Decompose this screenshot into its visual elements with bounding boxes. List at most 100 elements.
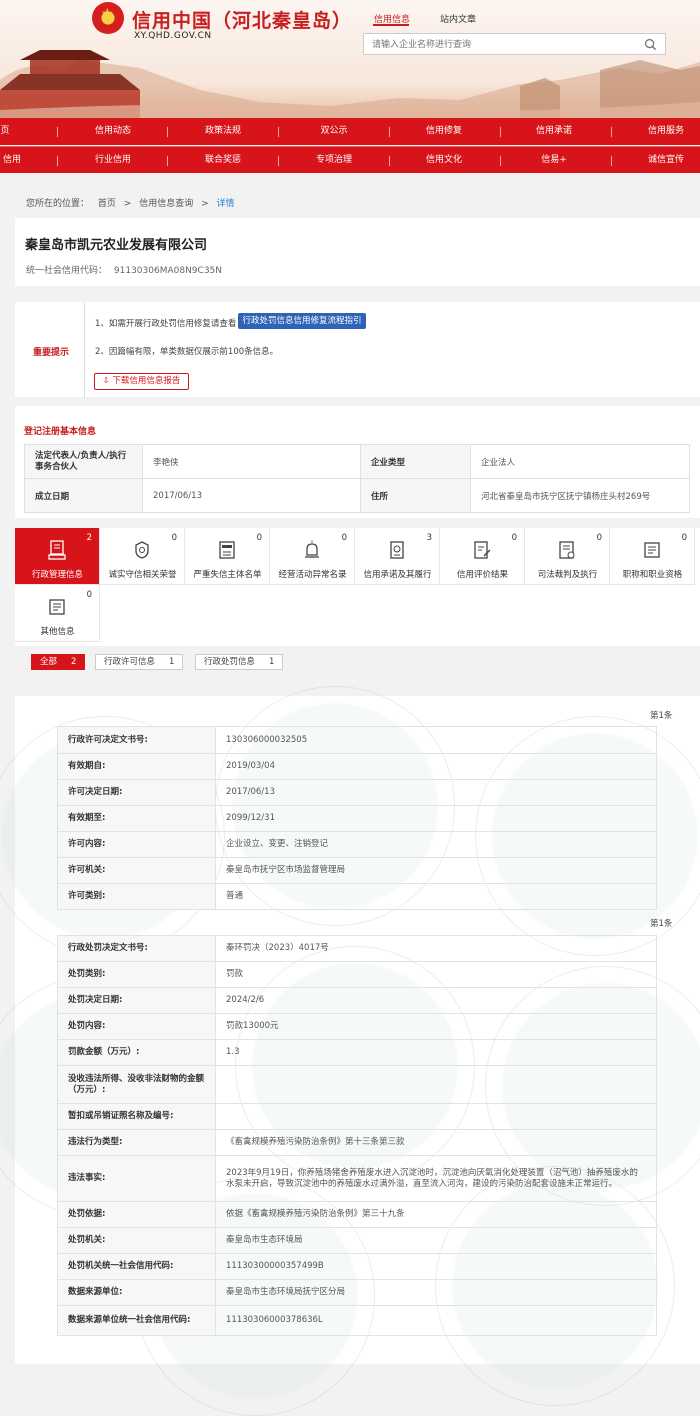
nav-divider	[167, 127, 168, 137]
table-row: 罚款金额（万元）: 1.3	[57, 1039, 657, 1066]
breadcrumb-credit-query[interactable]: 信用信息查询	[139, 199, 193, 209]
record-key: 许可类别:	[57, 883, 216, 910]
tab-judicial[interactable]: 0 司法裁判及执行	[525, 528, 610, 585]
download-report-button[interactable]: ⇩ 下载信用信息报告	[94, 373, 189, 390]
record-value: 11130306000378636L	[215, 1305, 657, 1336]
nav-item-credit-service[interactable]: 信用服务	[626, 118, 700, 145]
nav-item-integrity-promotion[interactable]: 诚信宣传	[626, 147, 700, 174]
company-type-key: 企业类型	[360, 444, 471, 479]
nav-divider	[57, 127, 58, 137]
alarm-icon	[305, 540, 319, 558]
breadcrumb: 您所在的位置： 首页 > 信用信息查询 > 详情	[26, 196, 235, 209]
tab-admin-management[interactable]: 2 行政管理信息	[15, 528, 100, 585]
tab-honors[interactable]: 0 诚实守信相关荣誉	[100, 528, 185, 585]
tab-professional-qualification[interactable]: 0 职称和职业资格	[610, 528, 695, 585]
penalty-record-index: 第1条	[650, 919, 673, 929]
record-key: 违法行为类型:	[57, 1129, 216, 1156]
nav-item-double-publicity[interactable]: 双公示	[294, 118, 374, 145]
commitment-icon	[390, 541, 404, 559]
tab-underline	[373, 24, 409, 26]
nav-item-credit-commitment[interactable]: 信用承诺	[514, 118, 594, 145]
table-row: 有效期自: 2019/03/04	[57, 753, 657, 780]
record-key: 处罚依据:	[57, 1201, 216, 1228]
filter-all-button[interactable]: 全部 2	[31, 654, 86, 670]
filter-label: 全部	[40, 657, 58, 667]
site-domain: XY.QHD.GOV.CN	[134, 31, 212, 41]
nav-divider	[611, 127, 612, 137]
search-input[interactable]	[372, 38, 632, 52]
nav-item-credit-repair[interactable]: 信用修复	[404, 118, 484, 145]
table-row: 处罚内容: 罚款13000元	[57, 1013, 657, 1040]
nav-divider	[389, 156, 390, 166]
table-row: 处罚机关统一社会信用代码: 11130300000357499B	[57, 1253, 657, 1280]
nav-divider	[611, 156, 612, 166]
record-key: 暂扣或吊销证照名称及编号:	[57, 1103, 216, 1130]
tab-credit-evaluation[interactable]: 0 信用评价结果	[440, 528, 525, 585]
tab-count: 0	[256, 533, 262, 543]
tab-serious-dishonesty[interactable]: 0 严重失信主体名单	[185, 528, 270, 585]
tab-site-articles[interactable]: 站内文章	[440, 12, 476, 25]
nav-item-xinyi-plus[interactable]: 信易+	[514, 147, 594, 174]
record-key: 数据来源单位统一社会信用代码:	[57, 1305, 216, 1336]
record-key: 没收违法所得、没收非法财物的金额（万元）:	[57, 1065, 216, 1104]
tab-label: 经营活动异常名录	[278, 570, 347, 580]
notice-line-2: 2、因篇幅有限，单类数据仅展示前100条信息。	[95, 347, 279, 357]
nav-item-home[interactable]: 页	[0, 118, 45, 145]
record-key: 许可内容:	[57, 831, 216, 858]
nav-item-credit-culture[interactable]: 信用文化	[404, 147, 484, 174]
credit-code-label: 统一社会信用代码：	[26, 266, 108, 276]
record-value: 罚款	[215, 961, 657, 988]
nav-item-credit[interactable]: 信用	[0, 147, 52, 174]
filter-permit-button[interactable]: 行政许可信息 1	[95, 654, 184, 670]
tab-label: 严重失信主体名单	[193, 570, 262, 580]
established-date-key: 成立日期	[24, 478, 143, 513]
record-value: 秦皇岛市生态环境局抚宁区分局	[215, 1279, 657, 1306]
record-value: 秦环罚决（2023）4017号	[215, 935, 657, 962]
site-title[interactable]: 信用中国（河北秦皇岛）	[132, 6, 352, 33]
record-key: 许可机关:	[57, 857, 216, 884]
record-key: 处罚类别:	[57, 961, 216, 988]
nav-item-special-governance[interactable]: 专项治理	[294, 147, 374, 174]
breadcrumb-prefix: 您所在的位置：	[26, 199, 90, 209]
table-row: 许可类别: 普通	[57, 883, 657, 910]
table-row: 数据来源单位: 秦皇岛市生态环境局抚宁区分局	[57, 1279, 657, 1306]
tab-count: 0	[681, 533, 687, 543]
tab-label: 司法裁判及执行	[537, 570, 598, 580]
nav-item-policy[interactable]: 政策法规	[183, 118, 263, 145]
record-value: 依据《畜禽规模养殖污染防治条例》第三十九条	[215, 1201, 657, 1228]
legal-rep-key: 法定代表人/负责人/执行事务合伙人	[24, 444, 143, 479]
tab-abnormal-operations[interactable]: 0 经营活动异常名录	[270, 528, 355, 585]
record-value	[215, 1065, 657, 1104]
table-row: 处罚类别: 罚款	[57, 961, 657, 988]
table-row: 没收违法所得、没收非法财物的金额（万元）:	[57, 1065, 657, 1104]
tab-credit-commitment[interactable]: 3 信用承诺及其履行	[355, 528, 440, 585]
tab-other-info[interactable]: 0 其他信息	[15, 585, 100, 642]
table-row: 数据来源单位统一社会信用代码: 11130306000378636L	[57, 1305, 657, 1336]
main-nav-secondary: 信用 行业信用 联合奖惩 专项治理 信用文化 信易+ 诚信宣传	[0, 146, 700, 173]
site-header: ★ 信用中国（河北秦皇岛） XY.QHD.GOV.CN 信用信息 站内文章	[0, 0, 700, 118]
credit-code-value: 91130306MA08N9C35N	[113, 266, 223, 276]
table-row: 处罚机关: 秦皇岛市生态环境局	[57, 1227, 657, 1254]
table-row: 有效期至: 2099/12/31	[57, 805, 657, 832]
evaluation-icon	[474, 541, 491, 559]
credit-code: 统一社会信用代码： 91130306MA08N9C35N	[26, 263, 222, 276]
search-icon[interactable]	[644, 38, 657, 51]
breadcrumb-home[interactable]: 首页	[98, 199, 116, 209]
penalty-record-table: 行政处罚决定文书号: 秦环罚决（2023）4017号 处罚类别: 罚款 处罚决定日期…	[57, 935, 657, 1336]
record-key: 行政处罚决定文书号:	[57, 935, 216, 962]
address-key: 住所	[360, 478, 471, 513]
breadcrumb-separator: >	[123, 199, 132, 209]
nav-item-joint-reward[interactable]: 联合奖惩	[183, 147, 263, 174]
star-icon: ★	[101, 6, 114, 22]
repair-guide-button[interactable]: 行政处罚信息信用修复流程指引	[238, 313, 366, 329]
nav-divider	[278, 156, 279, 166]
nav-item-industry-credit[interactable]: 行业信用	[73, 147, 153, 174]
notice-line-1: 1、如需开展行政处罚信用修复请查看	[95, 319, 237, 329]
table-row: 成立日期 2017/06/13 住所 河北省秦皇岛市抚宁区抚宁镇杨庄头村269号	[24, 478, 690, 513]
nav-item-credit-news[interactable]: 信用动态	[73, 118, 153, 145]
record-key: 许可决定日期:	[57, 779, 216, 806]
record-key: 有效期至:	[57, 805, 216, 832]
notice-label: 重要提示	[33, 348, 70, 358]
filter-penalty-button[interactable]: 行政处罚信息 1	[195, 654, 284, 670]
tab-label: 职称和职业资格	[622, 570, 683, 580]
